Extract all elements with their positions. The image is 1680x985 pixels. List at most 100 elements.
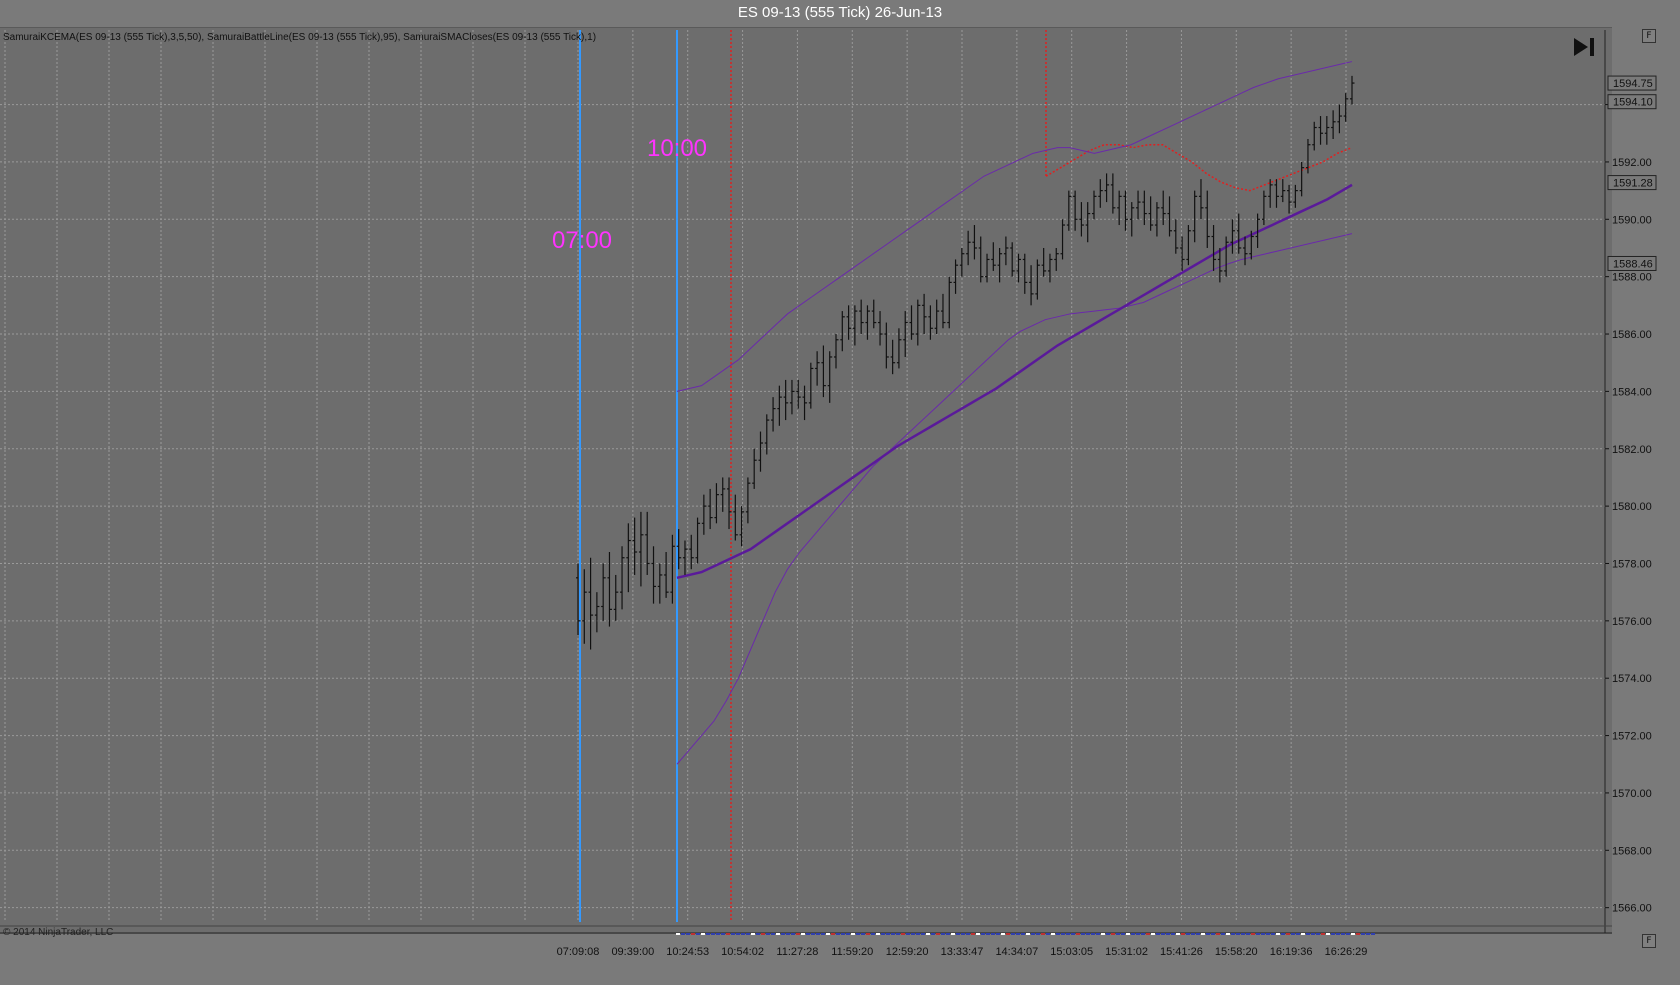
price-tick-label: 1568.00 — [1612, 845, 1652, 857]
marker-strip-tick — [1281, 933, 1285, 935]
time-tick-label: 11:27:28 — [776, 946, 818, 958]
marker-strip-tick — [1266, 933, 1270, 935]
marker-strip-tick — [1021, 933, 1025, 935]
marker-strip-tick — [956, 933, 960, 935]
marker-strip-tick — [1181, 933, 1185, 935]
marker-strip-tick — [1371, 933, 1375, 935]
marker-strip-tick — [851, 933, 855, 935]
marker-strip-tick — [916, 933, 920, 935]
marker-strip-tick — [786, 933, 790, 935]
time-tick-label: 14:34:07 — [995, 946, 1038, 958]
marker-strip-tick — [711, 933, 715, 935]
marker-strip-tick — [1096, 933, 1100, 935]
marker-strip-tick — [986, 933, 990, 935]
marker-strip-tick — [1331, 933, 1335, 935]
price-tick-label: 1582.00 — [1612, 444, 1652, 456]
time-tick-label: 16:19:36 — [1270, 946, 1313, 958]
price-tick-label: 1566.00 — [1612, 903, 1652, 915]
marker-strip-tick — [961, 933, 965, 935]
format-button-top[interactable]: F — [1642, 29, 1656, 43]
time-tick-label: 13:33:47 — [941, 946, 984, 958]
marker-strip-tick — [686, 933, 690, 935]
marker-strip-tick — [891, 933, 895, 935]
marker-strip-tick — [1001, 933, 1005, 935]
marker-strip-tick — [751, 933, 755, 935]
marker-strip-tick — [1236, 933, 1240, 935]
marker-strip-tick — [1351, 933, 1355, 935]
price-tick-label: 1584.00 — [1612, 386, 1652, 398]
marker-strip-tick — [696, 933, 700, 935]
marker-strip-tick — [1291, 933, 1295, 935]
marker-strip-tick — [1071, 933, 1075, 935]
marker-strip-tick — [1321, 933, 1325, 935]
marker-strip-tick — [966, 933, 970, 935]
price-tick-label: 1572.00 — [1612, 731, 1652, 743]
marker-strip-tick — [941, 933, 945, 935]
marker-strip-tick — [1211, 933, 1215, 935]
marker-strip-tick — [756, 933, 760, 935]
marker-strip-tick — [1226, 933, 1230, 935]
price-tick-label: 1570.00 — [1612, 788, 1652, 800]
marker-strip-tick — [896, 933, 900, 935]
marker-strip-tick — [1101, 933, 1105, 935]
marker-strip-tick — [1076, 933, 1080, 935]
marker-strip-tick — [946, 933, 950, 935]
price-chart[interactable]: 1566.00 1568.00 1570.00 1572.00 1574.00 1576.… — [0, 0, 1680, 985]
marker-strip-tick — [691, 933, 695, 935]
copyright-label: © 2014 NinjaTrader, LLC — [3, 927, 114, 938]
price-marker-label: 1588.46 — [1613, 258, 1653, 270]
marker-strip-tick — [996, 933, 1000, 935]
marker-strip-tick — [1041, 933, 1045, 935]
chart-window: ES 09-13 (555 Tick) 26-Jun-13 1566.00 156… — [0, 0, 1680, 985]
marker-strip-tick — [771, 933, 775, 935]
time-tick-label: 12:59:20 — [886, 946, 929, 958]
marker-strip-tick — [906, 933, 910, 935]
marker-strip-tick — [981, 933, 985, 935]
marker-strip-tick — [721, 933, 725, 935]
marker-strip-tick — [1146, 933, 1150, 935]
marker-strip-tick — [1111, 933, 1115, 935]
marker-strip-tick — [1221, 933, 1225, 935]
marker-strip-tick — [1166, 933, 1170, 935]
ema-upper-band — [676, 61, 1353, 392]
marker-strip-tick — [1031, 933, 1035, 935]
scroll-to-end-icon[interactable] — [1572, 36, 1598, 58]
marker-strip-tick — [1346, 933, 1350, 935]
marker-strip-tick — [701, 933, 705, 935]
marker-strip-tick — [1176, 933, 1180, 935]
marker-strip-tick — [1286, 933, 1290, 935]
price-tick-label: 1574.00 — [1612, 673, 1652, 685]
marker-strip-tick — [1056, 933, 1060, 935]
marker-strip-tick — [736, 933, 740, 935]
marker-strip-tick — [1231, 933, 1235, 935]
marker-strip-tick — [911, 933, 915, 935]
marker-strip-tick — [1081, 933, 1085, 935]
marker-strip-tick — [901, 933, 905, 935]
marker-strip-tick — [856, 933, 860, 935]
marker-strip-tick — [1091, 933, 1095, 935]
marker-strip-tick — [886, 933, 890, 935]
time-tick-label: 10:24:53 — [666, 946, 709, 958]
marker-strip-tick — [836, 933, 840, 935]
session-label: 10:00 — [647, 135, 707, 162]
marker-strip-tick — [1336, 933, 1340, 935]
marker-strip-tick — [881, 933, 885, 935]
time-tick-label: 09:39:00 — [611, 946, 654, 958]
marker-strip-tick — [811, 933, 815, 935]
marker-strip-tick — [741, 933, 745, 935]
indicator-label: SamuraiKCEMA(ES 09-13 (555 Tick),3,5,50)… — [3, 32, 597, 43]
marker-strip-tick — [1151, 933, 1155, 935]
marker-strip-tick — [746, 933, 750, 935]
marker-strip-tick — [681, 933, 685, 935]
marker-strip-tick — [871, 933, 875, 935]
marker-strip-tick — [1131, 933, 1135, 935]
marker-strip-tick — [921, 933, 925, 935]
price-marker-label: 1591.28 — [1613, 178, 1653, 190]
marker-strip-tick — [826, 933, 830, 935]
format-button-bottom[interactable]: F — [1642, 934, 1656, 948]
marker-strip-tick — [1216, 933, 1220, 935]
price-tick-label: 1578.00 — [1612, 558, 1652, 570]
ema-lower-band — [676, 233, 1353, 765]
marker-strip-tick — [1251, 933, 1255, 935]
marker-strip-tick — [1136, 933, 1140, 935]
